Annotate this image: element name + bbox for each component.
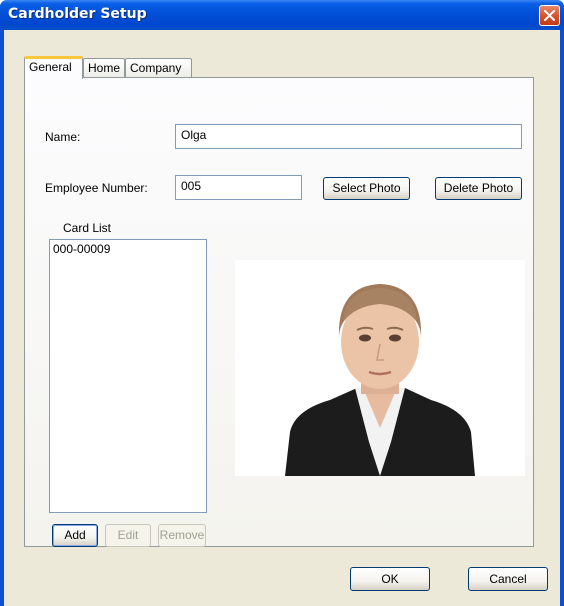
add-card-button[interactable]: Add bbox=[52, 524, 98, 547]
ok-button[interactable]: OK bbox=[350, 567, 430, 591]
tab-company[interactable]: Company bbox=[125, 58, 192, 78]
employee-number-input[interactable]: 005 bbox=[175, 175, 302, 200]
name-input[interactable]: Olga bbox=[175, 124, 522, 149]
close-icon bbox=[544, 10, 555, 21]
select-photo-button[interactable]: Select Photo bbox=[323, 177, 410, 200]
cancel-button[interactable]: Cancel bbox=[468, 567, 548, 591]
card-list-label: Card List bbox=[63, 221, 112, 235]
title-bar[interactable]: Cardholder Setup bbox=[0, 0, 564, 30]
tab-home[interactable]: Home bbox=[83, 58, 125, 78]
remove-card-button[interactable]: Remove bbox=[158, 524, 206, 547]
close-button[interactable] bbox=[539, 5, 560, 26]
delete-photo-button[interactable]: Delete Photo bbox=[435, 177, 522, 200]
name-label: Name: bbox=[45, 130, 81, 144]
cardholder-setup-window: Cardholder Setup General Home Company Na… bbox=[0, 0, 564, 606]
tab-home-label: Home bbox=[88, 61, 121, 75]
tab-company-label: Company bbox=[130, 61, 182, 75]
tab-general-label: General bbox=[29, 60, 72, 74]
edit-card-button[interactable]: Edit bbox=[105, 524, 151, 547]
general-tab-panel: Name: Olga Employee Number: 005 Select P… bbox=[24, 77, 534, 547]
employee-number-label: Employee Number: bbox=[45, 181, 148, 195]
window-title: Cardholder Setup bbox=[8, 6, 147, 22]
card-list[interactable]: 000-00009 bbox=[49, 239, 207, 513]
photo-image bbox=[235, 260, 525, 476]
tab-general[interactable]: General bbox=[24, 56, 83, 79]
cardholder-photo bbox=[235, 260, 525, 476]
dialog-body: General Home Company Name: Olga Employee… bbox=[4, 30, 560, 606]
card-list-item[interactable]: 000-00009 bbox=[53, 242, 203, 257]
